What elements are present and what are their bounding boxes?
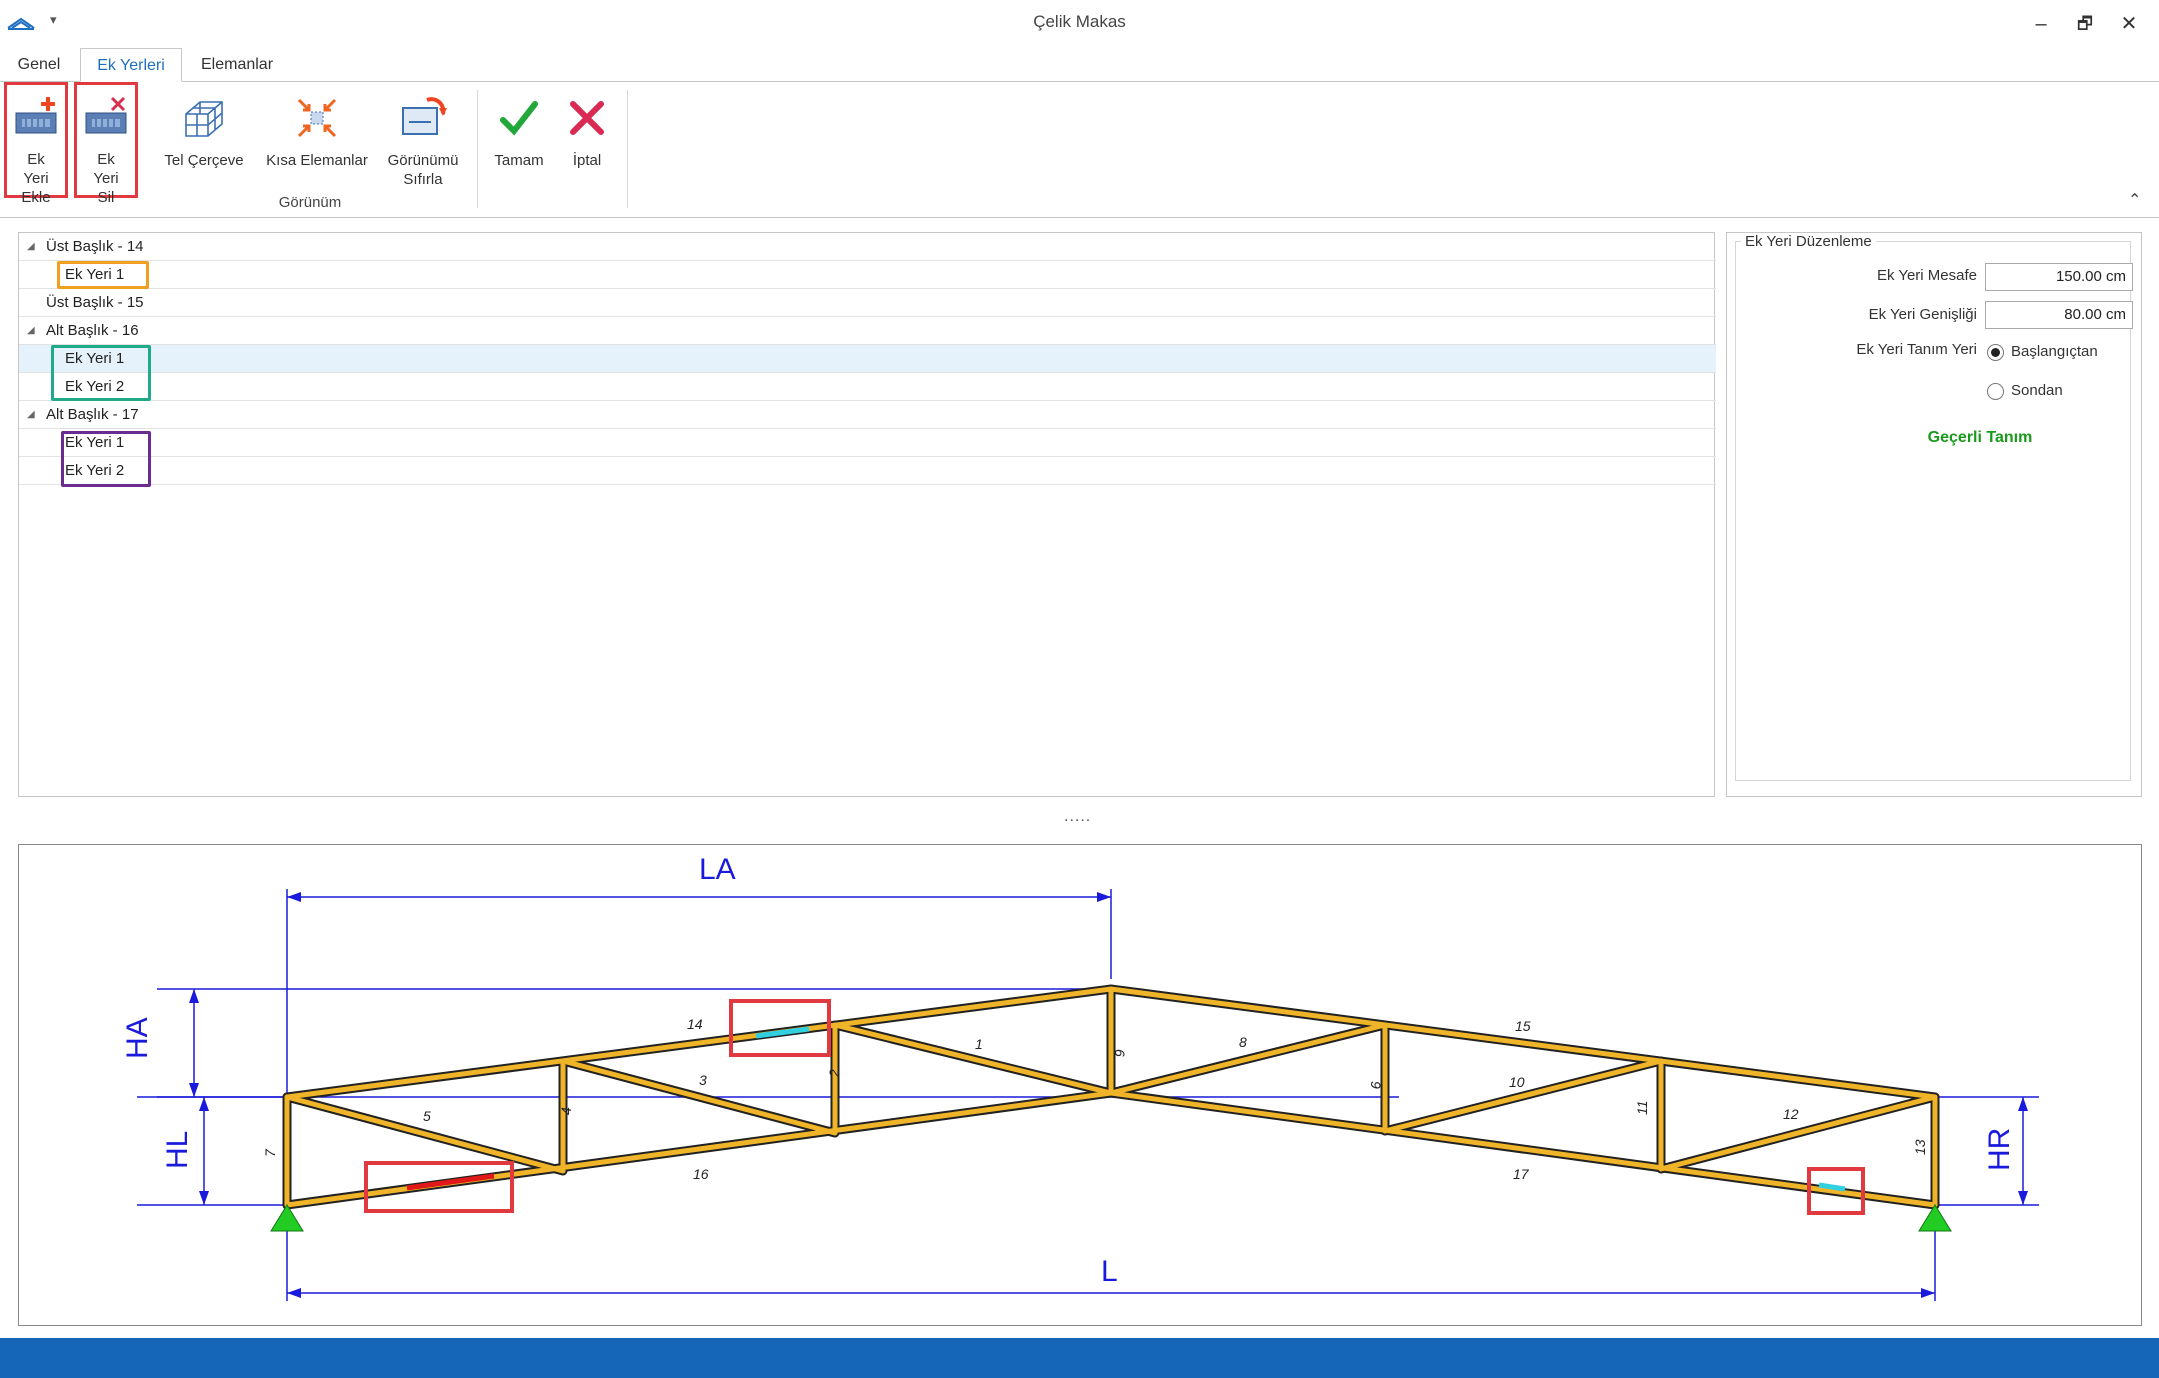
short-elements-icon bbox=[297, 98, 337, 138]
width-label: Ek Yeri Genişliği bbox=[1868, 306, 1977, 323]
tab-ek-yerleri[interactable]: Ek Yerleri bbox=[80, 48, 182, 82]
truss-canvas: LA HA HL HR L 1 2 3 4 5 6 7 8 9 10 11 12… bbox=[121, 853, 2039, 1301]
add-joint-icon bbox=[15, 97, 57, 134]
truss-drawing: LA HA HL HR L 1 2 3 4 5 6 7 8 9 10 11 12… bbox=[18, 844, 2142, 1326]
close-button[interactable]: ✕ bbox=[2112, 8, 2146, 40]
tree-node-label: Üst Başlık - 14 bbox=[46, 238, 144, 255]
tree-node-joint[interactable]: Ek Yeri 1 bbox=[19, 345, 1716, 373]
highlight-box bbox=[51, 345, 151, 401]
reset-view-label: Görünümü Sıfırla bbox=[387, 152, 459, 188]
status-bar bbox=[0, 1338, 2159, 1378]
collapse-ribbon-icon[interactable]: ⌃ bbox=[2128, 190, 2141, 210]
tree-node-label: Üst Başlık - 15 bbox=[46, 294, 144, 311]
view-group-label: Görünüm bbox=[278, 194, 342, 211]
radio-end[interactable] bbox=[1987, 383, 2004, 400]
member-label: 10 bbox=[1509, 1074, 1525, 1090]
reset-view-icon bbox=[402, 97, 447, 135]
support-icon bbox=[1918, 1204, 1952, 1232]
member-label: 9 bbox=[1368, 1081, 1384, 1089]
radio-end-label[interactable]: Sondan bbox=[2011, 382, 2063, 399]
distance-label: Ek Yeri Mesafe bbox=[1876, 267, 1977, 284]
tab-genel[interactable]: Genel bbox=[8, 48, 70, 82]
delete-joint-button[interactable]: Ek Yeri Sil bbox=[74, 82, 138, 206]
member-label: 11 bbox=[1634, 1100, 1650, 1115]
member-label: 17 bbox=[1513, 1166, 1530, 1182]
title-bar: ▾ Çelik Makas – 🗗 ✕ bbox=[0, 0, 2159, 48]
tree-node-joint[interactable]: Ek Yeri 2 bbox=[19, 373, 1716, 401]
member-label: 15 bbox=[1515, 1018, 1531, 1034]
reset-view-button[interactable]: Görünümü Sıfırla bbox=[382, 94, 464, 189]
dim-hr-label: HR bbox=[1983, 1128, 2016, 1171]
validation-status: Geçerli Tanım bbox=[1927, 429, 2033, 446]
tree-node-label: Alt Başlık - 17 bbox=[46, 406, 139, 423]
member-label: 5 bbox=[423, 1108, 431, 1124]
cancel-label: İptal bbox=[572, 152, 602, 169]
support-icon bbox=[270, 1204, 304, 1232]
member-label: 13 bbox=[1912, 1139, 1928, 1155]
tree-node-label: Alt Başlık - 16 bbox=[46, 322, 139, 339]
delete-joint-label: Ek Yeri Sil bbox=[93, 151, 119, 206]
window-title: Çelik Makas bbox=[1033, 12, 1126, 31]
member-label: 7 bbox=[262, 1148, 278, 1157]
short-elements-button[interactable]: Kısa Elemanlar bbox=[262, 94, 372, 170]
joint-edit-panel: Ek Yeri Düzenleme Ek Yeri Mesafe 150.00 … bbox=[1726, 232, 2142, 797]
dim-l-label: L bbox=[1101, 1255, 1118, 1288]
splitter-handle[interactable]: ..... bbox=[1064, 808, 1091, 826]
dim-hl-label: HL bbox=[161, 1131, 194, 1169]
width-input[interactable]: 80.00 cm bbox=[1985, 301, 2133, 329]
member-label: 1 bbox=[975, 1036, 983, 1052]
short-elements-label: Kısa Elemanlar bbox=[266, 152, 368, 169]
wireframe-button[interactable]: Tel Çerçeve bbox=[156, 94, 252, 170]
expand-arrow-icon[interactable]: ◢ bbox=[27, 233, 35, 260]
member-label: 3 bbox=[699, 1072, 707, 1088]
member-label: 6 bbox=[1112, 1049, 1128, 1057]
tree-node-joint[interactable]: Ek Yeri 1 bbox=[19, 261, 1716, 289]
ribbon-tabs: Genel Ek Yerleri Elemanlar bbox=[0, 48, 2159, 82]
tree-node-top-chord-14[interactable]: ◢ Üst Başlık - 14 bbox=[19, 233, 1716, 261]
tab-elemanlar[interactable]: Elemanlar bbox=[192, 48, 282, 82]
panel-title: Ek Yeri Düzenleme bbox=[1741, 233, 1876, 250]
highlight-box bbox=[57, 261, 149, 289]
add-joint-button[interactable]: Ek Yeri Ekle bbox=[4, 82, 68, 206]
member-label: 8 bbox=[1239, 1034, 1247, 1050]
joint-tree: ◢ Üst Başlık - 14 Ek Yeri 1 Üst Başlık -… bbox=[18, 232, 1716, 797]
expand-arrow-icon[interactable]: ◢ bbox=[27, 317, 35, 344]
checkmark-icon bbox=[500, 101, 538, 136]
cancel-button[interactable]: İptal bbox=[556, 94, 618, 170]
origin-label: Ek Yeri Tanım Yeri bbox=[1856, 341, 1977, 358]
radio-start[interactable] bbox=[1987, 344, 2004, 361]
ok-button[interactable]: Tamam bbox=[488, 94, 550, 170]
minimize-button[interactable]: – bbox=[2024, 8, 2058, 40]
delete-joint-icon bbox=[85, 96, 127, 134]
add-joint-label: Ek Yeri Ekle bbox=[21, 151, 51, 206]
cancel-x-icon bbox=[570, 101, 604, 135]
tree-node-joint[interactable]: Ek Yeri 1 bbox=[19, 429, 1716, 457]
radio-dot bbox=[1991, 348, 2000, 357]
tree-node-bottom-chord-16[interactable]: ◢ Alt Başlık - 16 bbox=[19, 317, 1716, 345]
tree-node-top-chord-15[interactable]: Üst Başlık - 15 bbox=[19, 289, 1716, 317]
wireframe-label: Tel Çerçeve bbox=[164, 152, 244, 169]
ribbon-separator bbox=[477, 90, 478, 208]
highlight-box bbox=[61, 431, 151, 487]
expand-arrow-icon[interactable]: ◢ bbox=[27, 401, 35, 428]
member-label: 12 bbox=[1783, 1106, 1799, 1122]
tree-node-bottom-chord-17[interactable]: ◢ Alt Başlık - 17 bbox=[19, 401, 1716, 429]
member-label: 4 bbox=[558, 1107, 574, 1115]
restore-button[interactable]: 🗗 bbox=[2068, 8, 2102, 40]
ribbon: Ek Yeri Ekle Ek Yeri Sil Tel Çerçeve Kıs… bbox=[0, 82, 2159, 218]
tree-node-joint[interactable]: Ek Yeri 2 bbox=[19, 457, 1716, 485]
radio-start-label[interactable]: Başlangıçtan bbox=[2011, 343, 2098, 360]
dim-la-label: LA bbox=[699, 853, 736, 886]
distance-input[interactable]: 150.00 cm bbox=[1985, 263, 2133, 291]
member-label: 14 bbox=[687, 1016, 703, 1032]
member-label: 16 bbox=[693, 1166, 709, 1182]
member-label: 2 bbox=[826, 1069, 842, 1078]
dim-ha-label: HA bbox=[121, 1017, 154, 1059]
ok-label: Tamam bbox=[494, 152, 544, 169]
ribbon-separator bbox=[627, 90, 628, 208]
wireframe-icon bbox=[185, 101, 223, 137]
